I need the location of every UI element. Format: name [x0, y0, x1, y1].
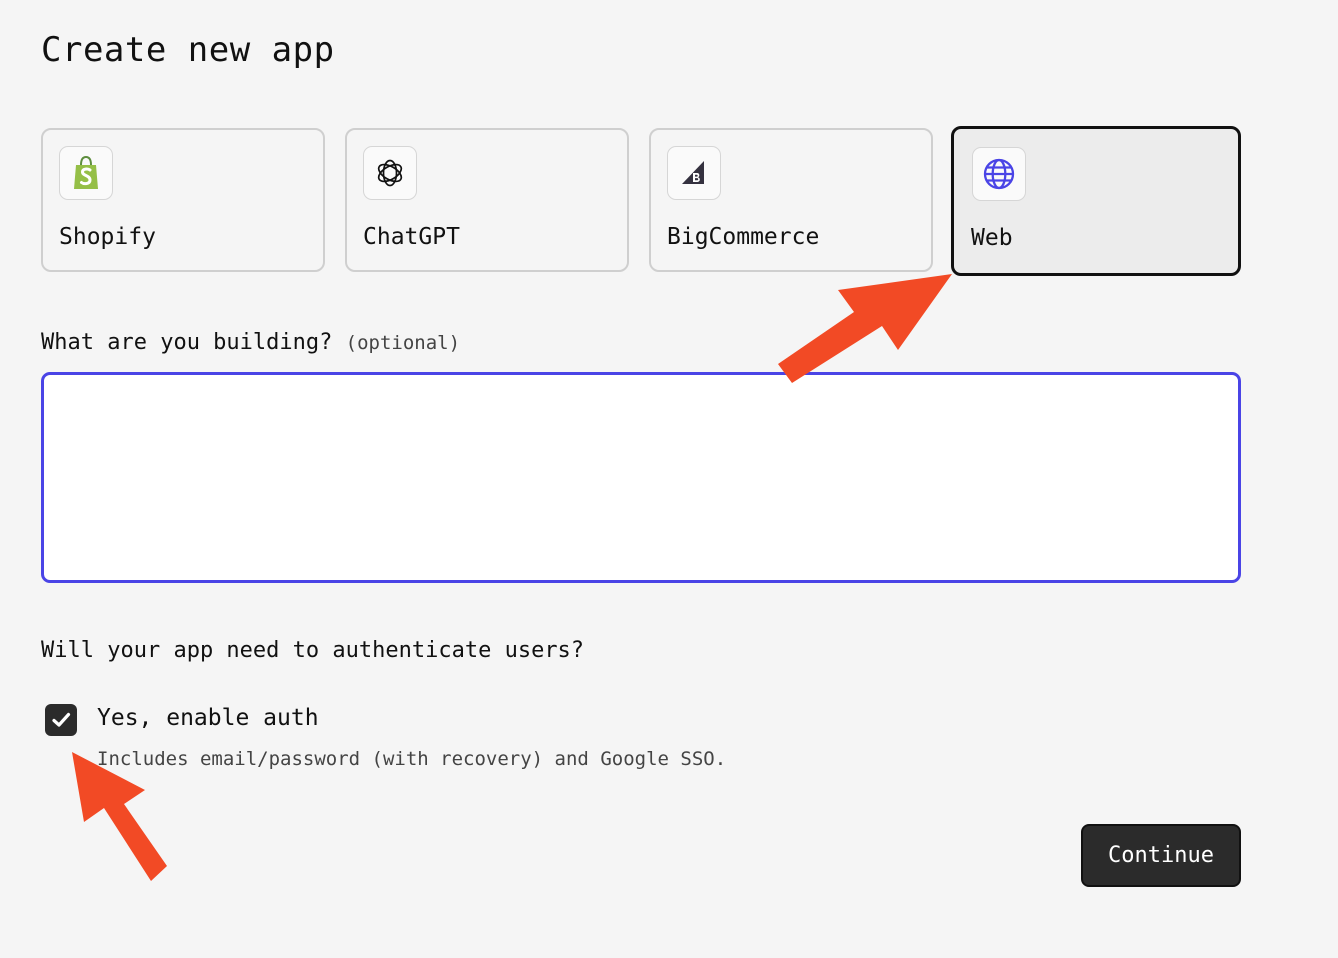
- page-title: Create new app: [41, 30, 335, 70]
- shopify-bag-icon: [59, 146, 113, 200]
- platform-label-bigcommerce: BigCommerce: [667, 224, 820, 250]
- auth-checkbox-label[interactable]: Yes, enable auth: [97, 705, 319, 731]
- auth-help-text: Includes email/password (with recovery) …: [97, 748, 727, 770]
- auth-question: Will your app need to authenticate users…: [41, 638, 585, 663]
- platform-label-shopify: Shopify: [59, 224, 156, 250]
- auth-checkbox[interactable]: [45, 704, 77, 736]
- platform-label-web: Web: [971, 225, 1013, 251]
- optional-hint: (optional): [345, 332, 461, 354]
- platform-card-shopify[interactable]: Shopify: [41, 128, 325, 272]
- checkmark-icon: [52, 712, 71, 727]
- globe-icon: [972, 147, 1026, 201]
- arrow-to-auth-checkbox-icon: [72, 752, 167, 881]
- openai-logo-icon: [363, 146, 417, 200]
- platform-card-bigcommerce[interactable]: BigCommerce: [649, 128, 933, 272]
- platform-label-chatgpt: ChatGPT: [363, 224, 460, 250]
- bigcommerce-logo-icon: [667, 146, 721, 200]
- platform-card-web[interactable]: Web: [951, 126, 1241, 276]
- description-input[interactable]: [41, 372, 1241, 583]
- description-label: What are you building? (optional): [41, 330, 460, 355]
- continue-button[interactable]: Continue: [1081, 824, 1241, 887]
- platform-card-chatgpt[interactable]: ChatGPT: [345, 128, 629, 272]
- description-label-text: What are you building?: [41, 330, 333, 355]
- arrow-to-web-card-icon: [778, 274, 952, 383]
